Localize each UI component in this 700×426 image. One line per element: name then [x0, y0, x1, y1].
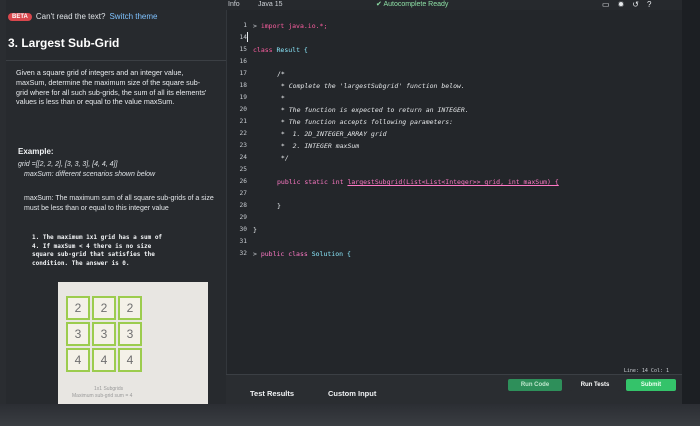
line-number: 31	[239, 238, 247, 245]
language-select[interactable]: Java 15	[258, 0, 283, 10]
line-number: 16	[239, 58, 247, 65]
run-tests-button[interactable]: Run Tests	[570, 379, 620, 391]
comment-line: * Complete the 'largestSubgrid' function…	[277, 82, 465, 90]
text-cursor	[247, 32, 248, 42]
code-editor[interactable]: 1 14 15 16 17 18 19 20 21 22 23 24 25 26…	[226, 10, 682, 374]
problem-panel: BETA Can't read the text? Switch theme 3…	[6, 10, 226, 404]
grid-cell: 2	[118, 296, 142, 320]
problem-title: 3. Largest Sub-Grid	[8, 36, 120, 50]
fold-arrow-icon[interactable]: >	[253, 250, 261, 258]
grid-cell: 4	[66, 348, 90, 372]
grid-cell: 4	[92, 348, 116, 372]
line-number: 1	[243, 22, 247, 29]
layout-icon[interactable]: ▭	[602, 0, 610, 10]
grid-cell: 3	[66, 322, 90, 346]
line-number: 18	[239, 82, 247, 89]
grid-cells: 2 2 2 3 3 3 4 4 4	[66, 296, 142, 372]
line-number: 32	[239, 250, 247, 257]
run-code-button[interactable]: Run Code	[508, 379, 562, 391]
line-number: 28	[239, 202, 247, 209]
line-number: 15	[239, 46, 247, 53]
grid-cell: 3	[92, 322, 116, 346]
tab-custom-input[interactable]: Custom Input	[328, 389, 376, 398]
beta-badge: BETA	[8, 12, 32, 21]
tab-test-results[interactable]: Test Results	[250, 389, 294, 398]
note-line: 1. The maximum 1x1 grid has a sum of	[32, 234, 163, 241]
solution-name: Solution {	[311, 250, 351, 258]
help-icon[interactable]: ?	[647, 0, 651, 10]
example-heading: Example:	[18, 147, 54, 156]
note-line: 4. If maxSum < 4 there is no size	[32, 242, 152, 250]
method-signature: public static int largestSubgrid(List<Li…	[277, 178, 559, 186]
method-declaration: largestSubgrid(List<List<Integer>> grid,…	[347, 178, 559, 186]
photo-edge-right	[682, 0, 700, 426]
comment-open: /*	[277, 70, 285, 78]
comment-line: * The function is expected to return an …	[277, 106, 469, 114]
comment-line: * 1. 2D_INTEGER_ARRAY grid	[277, 130, 387, 138]
solution-keyword: public class	[260, 250, 308, 258]
code-lines: > import java.io.*; class Result { /* * …	[253, 10, 559, 258]
class-name: Result {	[276, 46, 308, 54]
comment-line: */	[277, 154, 289, 162]
explanation-note: 1. The maximum 1x1 grid has a sum of 4. …	[32, 234, 212, 268]
line-number: 17	[239, 70, 247, 77]
class-close-brace: }	[253, 226, 257, 234]
autocomplete-status: ✔ Autocomplete Ready	[376, 0, 448, 10]
divider	[6, 60, 226, 61]
comment-line: * The function accepts following paramet…	[277, 118, 454, 126]
brightness-icon[interactable]: ✹	[618, 0, 625, 10]
line-number: 30	[239, 226, 247, 233]
diagram-caption: Maximum sub-grid sum = 4	[72, 393, 133, 399]
language-label: Java 15	[258, 1, 283, 8]
code-line-class: class Result {	[253, 46, 308, 54]
grid-diagram: 2 2 2 3 3 3 4 4 4 1x1 Subgrids Maximum s…	[58, 282, 208, 404]
line-number: 27	[239, 190, 247, 197]
submit-button[interactable]: Submit	[626, 379, 676, 391]
code-line-solution: > public class Solution {	[253, 250, 351, 258]
line-number: 23	[239, 142, 247, 149]
line-number: 19	[239, 94, 247, 101]
example-maxsum: maxSum: different scenarios shown below	[24, 171, 156, 178]
comment-line: *	[277, 94, 285, 102]
history-icon[interactable]: ↺	[632, 0, 639, 10]
grid-cell: 4	[118, 348, 142, 372]
top-bar: Info Java 15 ✔ Autocomplete Ready ▭ ✹ ↺ …	[6, 0, 682, 10]
diagram-caption: 1x1 Subgrids	[94, 386, 124, 392]
grid-cell: 2	[66, 296, 90, 320]
line-number: 20	[239, 106, 247, 113]
photo-edge-bottom	[0, 404, 700, 426]
code-line-import: > import java.io.*;	[253, 22, 327, 30]
import-statement: import java.io.*;	[260, 22, 328, 30]
line-number: 29	[239, 214, 247, 221]
method-modifiers: public static int	[277, 178, 344, 186]
line-number: 14	[239, 34, 247, 41]
info-label: Info	[228, 1, 240, 8]
line-number: 22	[239, 130, 247, 137]
grid-cell: 2	[92, 296, 116, 320]
theme-banner: BETA Can't read the text? Switch theme	[8, 12, 158, 21]
comment-line: * 2. INTEGER maxSum	[277, 142, 360, 150]
info-button[interactable]: Info	[228, 0, 240, 10]
line-number: 26	[239, 178, 247, 185]
note-line: square sub-grid that satisfies the	[32, 251, 155, 258]
line-number: 24	[239, 154, 247, 161]
switch-theme-link[interactable]: Switch theme	[109, 12, 157, 21]
bottom-bar: Test Results Custom Input Run Code Run T…	[226, 374, 682, 404]
class-keyword: class	[253, 46, 273, 54]
line-number: 21	[239, 118, 247, 125]
method-close-brace: }	[277, 202, 281, 210]
line-gutter: 1 14 15 16 17 18 19 20 21 22 23 24 25 26…	[227, 10, 249, 374]
example-grid: grid =[[2, 2, 2], [3, 3, 3], [4, 4, 4]]	[18, 161, 118, 168]
note-line: condition. The answer is 0.	[32, 259, 130, 267]
autocomplete-label: Autocomplete Ready	[383, 1, 449, 8]
screen: Info Java 15 ✔ Autocomplete Ready ▭ ✹ ↺ …	[6, 0, 682, 404]
problem-description: Given a square grid of integers and an i…	[16, 68, 207, 107]
cant-read-text: Can't read the text?	[35, 12, 106, 21]
grid-cell: 3	[118, 322, 142, 346]
maxsum-description: maxSum: The maximum sum of all square su…	[24, 195, 214, 212]
fold-arrow-icon[interactable]: >	[253, 22, 261, 30]
toolbar-icons: ▭ ✹ ↺ ?	[602, 0, 651, 10]
line-number: 25	[239, 166, 247, 173]
